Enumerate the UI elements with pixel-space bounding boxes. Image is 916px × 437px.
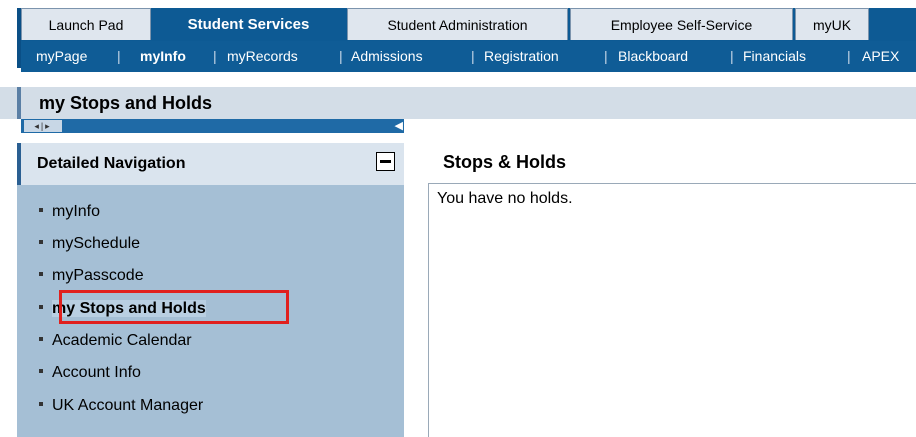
subnav-admissions[interactable]: Admissions	[351, 41, 423, 72]
nav-item-label: Academic Calendar	[52, 332, 192, 349]
subnav-separator: |	[730, 48, 734, 64]
subnav-myrecords[interactable]: myRecords	[227, 41, 298, 72]
subnav-separator: |	[604, 48, 608, 64]
top-tab-row: Launch Pad Student Services Student Admi…	[0, 0, 916, 68]
arrow-left-right-icon[interactable]: ◂|▸	[24, 120, 62, 132]
content-heading: Stops & Holds	[443, 152, 567, 172]
sub-navigation: myPage | myInfo | myRecords | Admissions…	[21, 41, 916, 72]
minus-icon[interactable]	[376, 152, 395, 171]
bullet-icon	[39, 271, 43, 276]
subnav-separator: |	[847, 48, 851, 64]
subnav-financials[interactable]: Financials	[743, 41, 806, 72]
nav-item-label: myPasscode	[52, 267, 144, 284]
nav-item-academic-calendar[interactable]: Academic Calendar	[39, 327, 192, 355]
nav-item-label: UK Account Manager	[52, 397, 204, 414]
bullet-icon	[39, 401, 43, 406]
subnav-separator: |	[339, 48, 343, 64]
subnav-apex[interactable]: APEX	[862, 41, 899, 72]
nav-item-label: Account Info	[52, 364, 141, 381]
nav-item-mypasscode[interactable]: myPasscode	[39, 262, 144, 290]
subnav-blackboard[interactable]: Blackboard	[618, 41, 688, 72]
bullet-icon	[39, 336, 43, 341]
nav-item-account-info[interactable]: Account Info	[39, 359, 141, 387]
subnav-registration[interactable]: Registration	[484, 41, 559, 72]
tab-student-services[interactable]: Student Services	[152, 8, 345, 40]
subnav-myinfo[interactable]: myInfo	[140, 41, 186, 72]
tab-strip: Launch Pad Student Services Student Admi…	[21, 8, 916, 42]
bullet-icon	[39, 239, 43, 244]
detailed-navigation-title: Detailed Navigation	[37, 155, 186, 172]
subnav-mypage[interactable]: myPage	[36, 41, 87, 72]
title-accent-bar	[17, 87, 21, 119]
highlight-box	[59, 290, 289, 324]
bullet-icon	[39, 368, 43, 373]
content-panel: You have no holds.	[428, 183, 916, 437]
nav-item-myinfo[interactable]: myInfo	[39, 198, 100, 226]
bullet-icon	[39, 207, 43, 212]
subnav-separator: |	[471, 48, 475, 64]
bullet-icon	[39, 304, 43, 309]
subnav-separator: |	[117, 48, 121, 64]
nav-item-myschedule[interactable]: mySchedule	[39, 230, 140, 258]
nav-item-uk-account-manager[interactable]: UK Account Manager	[39, 392, 203, 420]
page-title: my Stops and Holds	[39, 93, 213, 113]
tab-employee-self-service[interactable]: Employee Self-Service	[570, 8, 793, 40]
page-title-bar: my Stops and Holds	[0, 87, 916, 119]
nav-item-label: myInfo	[52, 203, 101, 220]
panel-splitter[interactable]: ◂|▸ ◀	[21, 119, 404, 133]
subnav-separator: |	[213, 48, 217, 64]
tab-student-administration[interactable]: Student Administration	[347, 8, 568, 40]
detailed-navigation-header: Detailed Navigation	[21, 143, 404, 185]
nav-item-label: mySchedule	[52, 235, 141, 252]
tab-launch-pad[interactable]: Launch Pad	[21, 8, 151, 40]
triangle-left-icon[interactable]: ◀	[395, 119, 403, 133]
tab-myuk[interactable]: myUK	[795, 8, 869, 40]
no-holds-message: You have no holds.	[437, 190, 573, 207]
